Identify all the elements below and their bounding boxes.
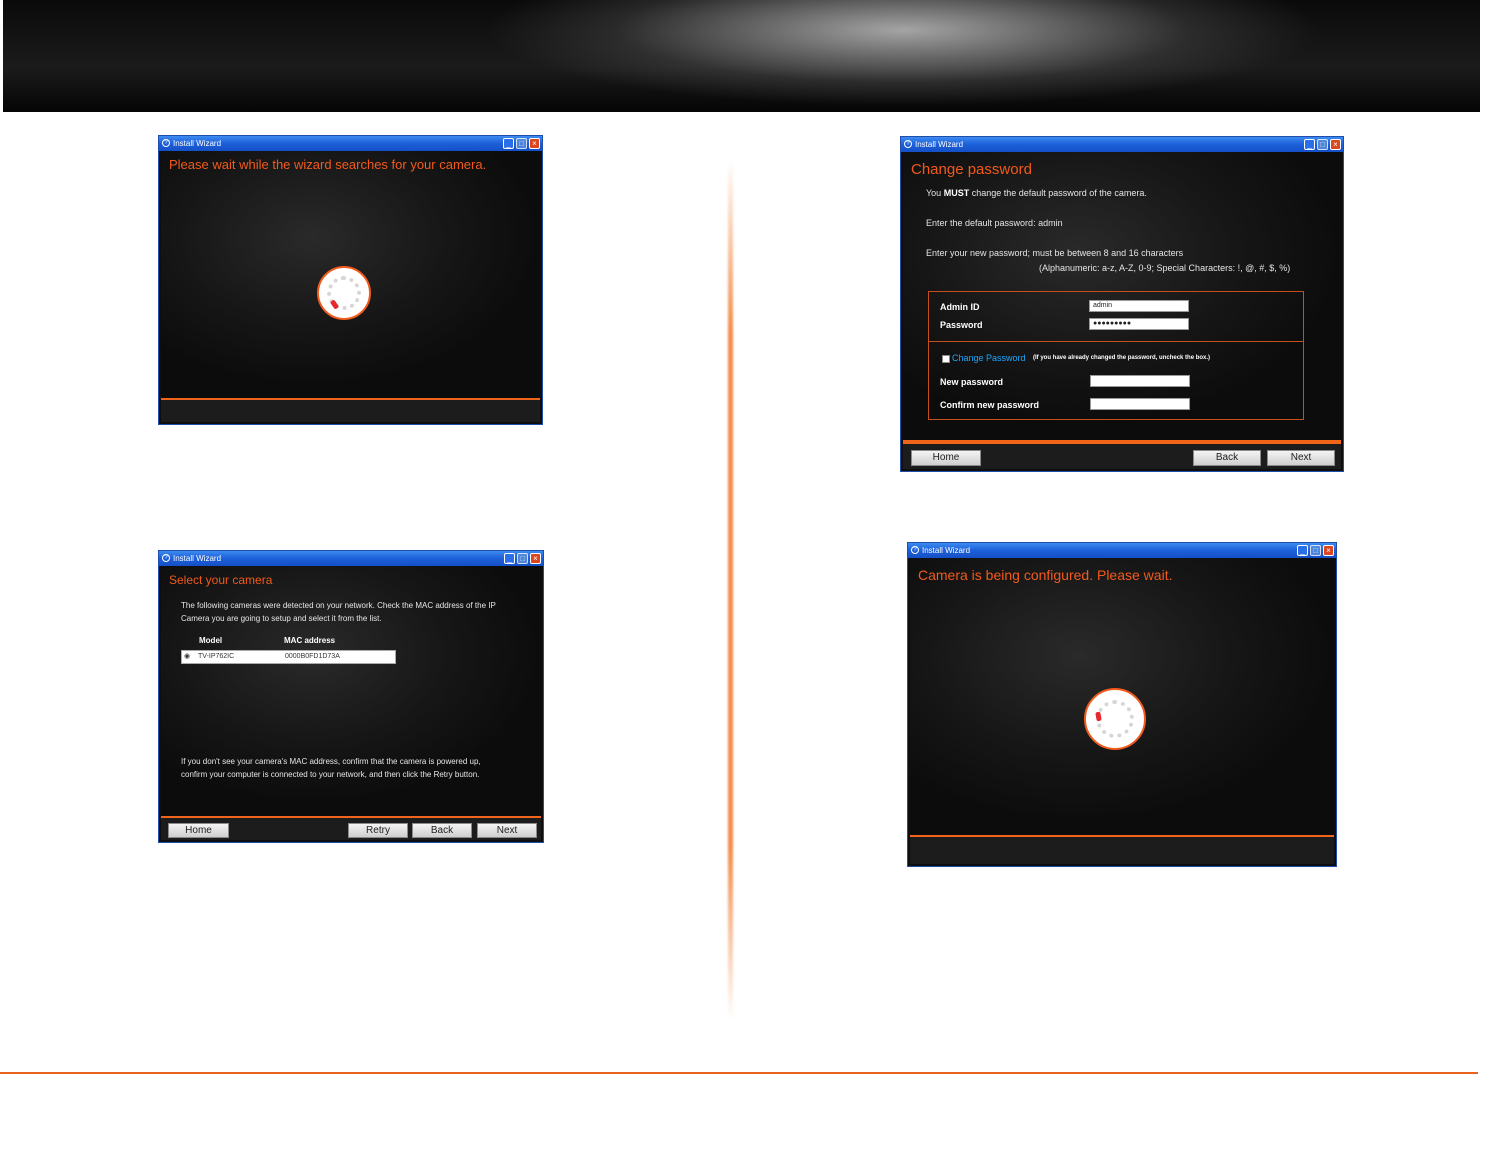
new-password-label: New password — [940, 377, 1004, 387]
window-title: Install Wizard — [915, 140, 964, 149]
change-password-note: (If you have already changed the passwor… — [1033, 355, 1211, 361]
help-text-line2: confirm your computer is connected to yo… — [181, 770, 480, 779]
window-title: Install Wizard — [922, 546, 971, 555]
password-field[interactable]: ●●●●●●●●● — [1089, 318, 1189, 330]
home-button[interactable]: Home — [911, 450, 981, 466]
new-password-rule-text: Enter your new password; must be between… — [926, 248, 1184, 258]
wizard-icon: ? — [162, 139, 170, 147]
page-title: Select your camera — [169, 573, 273, 587]
minimize-button[interactable]: _ — [1297, 545, 1308, 556]
close-button[interactable]: × — [529, 138, 540, 149]
loading-spinner-icon — [1084, 688, 1146, 750]
next-button[interactable]: Next — [477, 823, 537, 838]
intro-text-line1: The following cameras were detected on y… — [181, 601, 496, 610]
wizard-icon: ? — [162, 554, 170, 562]
title-bar[interactable]: ? Install Wizard _ □ × — [901, 137, 1343, 152]
page-header-banner — [3, 0, 1480, 112]
column-header-mac: MAC address — [284, 636, 336, 645]
table-cell-mac: 0000B0FD1D73A — [285, 653, 340, 660]
password-label: Password — [940, 320, 983, 330]
minimize-button[interactable]: _ — [503, 138, 514, 149]
column-divider — [728, 160, 733, 1020]
maximize-button[interactable]: □ — [1310, 545, 1321, 556]
default-password-text: Enter the default password: admin — [926, 218, 1063, 228]
maximize-button[interactable]: □ — [516, 138, 527, 149]
maximize-button[interactable]: □ — [1317, 139, 1328, 150]
maximize-button[interactable]: □ — [517, 553, 528, 564]
back-button[interactable]: Back — [412, 823, 472, 838]
must-change-text: You MUST change the default password of … — [926, 188, 1147, 198]
intro-text-line2: Camera you are going to setup and select… — [181, 614, 382, 623]
radio-button[interactable]: ◉ — [184, 652, 190, 660]
search-window: ? Install Wizard _ □ × Please wait while… — [158, 135, 543, 425]
configuring-window: ? Install Wizard _ □ × Camera is being c… — [907, 542, 1337, 867]
close-button[interactable]: × — [1323, 545, 1334, 556]
change-password-window: ? Install Wizard _ □ × Change password Y… — [900, 136, 1344, 472]
confirm-password-field[interactable] — [1090, 398, 1190, 410]
page-title: Please wait while the wizard searches fo… — [169, 157, 487, 172]
minimize-button[interactable]: _ — [1304, 139, 1315, 150]
next-button[interactable]: Next — [1267, 450, 1335, 466]
change-password-checkbox[interactable] — [942, 355, 950, 363]
page-title: Camera is being configured. Please wait. — [918, 567, 1173, 583]
title-bar[interactable]: ? Install Wizard _ □ × — [908, 543, 1336, 558]
back-button[interactable]: Back — [1193, 450, 1261, 466]
admin-id-label: Admin ID — [940, 302, 980, 312]
loading-spinner-icon — [317, 266, 371, 320]
close-button[interactable]: × — [1330, 139, 1341, 150]
wizard-icon: ? — [911, 546, 919, 554]
table-cell-model: TV-IP762IC — [198, 653, 235, 660]
window-title: Install Wizard — [173, 554, 222, 563]
select-camera-window: ? Install Wizard _ □ × Select your camer… — [158, 550, 544, 843]
admin-id-field[interactable]: admin — [1089, 300, 1189, 312]
help-text-line1: If you don't see your camera's MAC addre… — [181, 757, 481, 766]
table-row[interactable]: ◉ TV-IP762IC 0000B0FD1D73A — [181, 650, 396, 664]
close-button[interactable]: × — [530, 553, 541, 564]
change-password-link[interactable]: Change Password — [952, 353, 1026, 363]
home-button[interactable]: Home — [168, 823, 229, 838]
retry-button[interactable]: Retry — [348, 823, 408, 838]
allowed-characters-text: (Alphanumeric: a-z, A-Z, 0-9; Special Ch… — [1039, 263, 1291, 273]
footer-line — [0, 1072, 1478, 1074]
title-bar[interactable]: ? Install Wizard _ □ × — [159, 136, 542, 151]
new-password-field[interactable] — [1090, 375, 1190, 387]
page-title: Change password — [911, 161, 1032, 178]
column-header-model: Model — [199, 636, 223, 645]
window-title: Install Wizard — [173, 139, 222, 148]
button-area — [910, 837, 1334, 864]
wizard-icon: ? — [904, 140, 912, 148]
minimize-button[interactable]: _ — [504, 553, 515, 564]
confirm-password-label: Confirm new password — [940, 400, 1040, 410]
title-bar[interactable]: ? Install Wizard _ □ × — [159, 551, 543, 566]
button-area — [161, 400, 540, 422]
